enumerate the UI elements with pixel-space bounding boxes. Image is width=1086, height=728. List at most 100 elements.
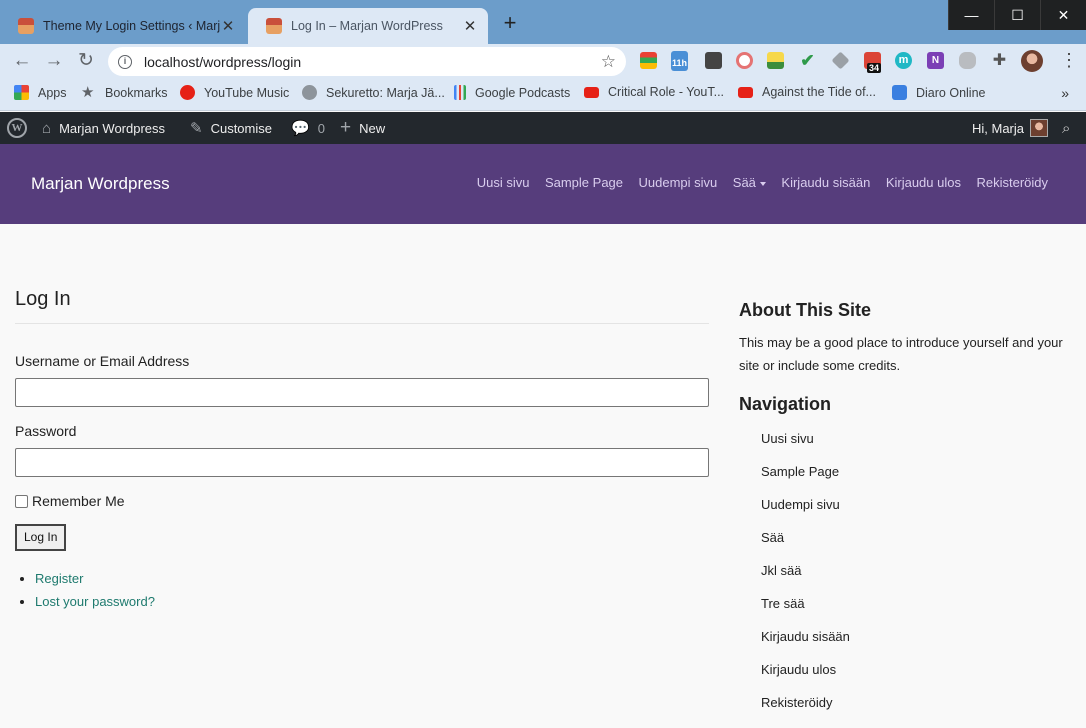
maximize-button[interactable]: ☐: [994, 0, 1040, 30]
list-item: Register: [35, 567, 709, 590]
account-menu[interactable]: Hi, Marja: [972, 112, 1049, 144]
bookmark-label: Apps: [38, 85, 67, 100]
navigation-heading: Navigation: [739, 394, 832, 414]
remember-me-row: Remember Me: [15, 493, 709, 509]
apps-grid-icon: [14, 85, 29, 100]
bookmark-item[interactable]: ★ Bookmarks: [81, 85, 168, 100]
back-arrow-icon[interactable]: ←: [10, 49, 34, 73]
site-title[interactable]: Marjan Wordpress: [31, 174, 170, 194]
bookmark-item[interactable]: YouTube Music: [180, 85, 289, 100]
youtube-icon: [584, 86, 599, 98]
search-icon[interactable]: ⌕: [1062, 112, 1070, 144]
forward-arrow-icon[interactable]: →: [42, 49, 66, 73]
puzzle-extensions-icon[interactable]: ✚: [991, 52, 1008, 69]
extension-icon[interactable]: [959, 52, 976, 69]
primary-nav: Uusi sivu Sample Page Uudempi sivu Sää K…: [461, 175, 1048, 190]
nav-sample-page[interactable]: Sample Page: [545, 175, 623, 190]
extension-icon[interactable]: [640, 52, 657, 69]
login-form: Log In Username or Email Address Passwor…: [15, 288, 709, 613]
bookmark-star-icon[interactable]: ☆: [601, 52, 616, 72]
comment-bubble-icon: 💬: [291, 120, 310, 137]
sidebar-nav-item[interactable]: Jkl sää: [761, 554, 1079, 587]
browser-menu-icon[interactable]: ⋮: [1060, 50, 1078, 71]
tab-title: Theme My Login Settings ‹ Marja: [43, 19, 220, 33]
bookmark-item[interactable]: Diaro Online: [892, 85, 985, 100]
page-title: Log In: [15, 288, 709, 324]
password-label: Password: [15, 423, 77, 439]
more-bookmarks-icon[interactable]: »: [1061, 85, 1069, 101]
address-bar[interactable]: i localhost/wordpress/login ☆: [108, 47, 626, 76]
reload-icon[interactable]: ↻: [74, 49, 98, 73]
login-submit-button[interactable]: Log In: [15, 524, 67, 551]
lost-password-link[interactable]: Lost your password?: [35, 594, 155, 609]
sidebar-nav-item[interactable]: Kirjaudu ulos: [761, 653, 1079, 686]
bookmark-label: Against the Tide of...: [762, 85, 876, 99]
window-controls: — ☐ ✕: [948, 0, 1086, 30]
bookmark-item[interactable]: Critical Role - YouT...: [584, 85, 724, 99]
nav-uusi-sivu[interactable]: Uusi sivu: [477, 175, 530, 190]
close-window-button[interactable]: ✕: [1040, 0, 1086, 30]
browser-tab-active[interactable]: Log In – Marjan WordPress ✕: [248, 8, 488, 44]
sidebar-nav-item[interactable]: Sää: [761, 521, 1079, 554]
customise-link[interactable]: ✎ Customise: [190, 112, 272, 144]
star-icon: ★: [81, 84, 95, 101]
bookmark-label: Google Podcasts: [475, 85, 571, 100]
bookmark-item[interactable]: Sekuretto: Marja Jä...: [302, 85, 445, 100]
minimize-button[interactable]: —: [948, 0, 994, 30]
diaro-icon: [892, 85, 907, 100]
url-text[interactable]: localhost/wordpress/login: [144, 54, 601, 70]
sidebar-nav-item[interactable]: Kirjaudu sisään: [761, 620, 1079, 653]
sidebar-nav-item[interactable]: Uusi sivu: [761, 422, 1079, 455]
sidebar-nav-item[interactable]: Uudempi sivu: [761, 488, 1079, 521]
extension-icon[interactable]: m: [895, 52, 912, 69]
extension-icon[interactable]: [705, 52, 722, 69]
calendar-extension-icon[interactable]: 11h: [671, 51, 688, 71]
bookmark-item[interactable]: Google Podcasts: [454, 85, 570, 100]
about-heading: About This Site: [739, 300, 871, 320]
bookmark-item[interactable]: Against the Tide of...: [738, 85, 876, 99]
register-link[interactable]: Register: [35, 571, 83, 586]
nav-kirjaudu-ulos[interactable]: Kirjaudu ulos: [886, 175, 961, 190]
youtube-music-icon: [180, 85, 195, 100]
profile-avatar[interactable]: [1021, 50, 1043, 72]
new-tab-button[interactable]: +: [498, 12, 522, 36]
extension-badge: 34: [867, 63, 882, 73]
plus-icon: +: [340, 117, 352, 138]
globe-icon: [302, 85, 317, 100]
site-header: Marjan Wordpress Uusi sivu Sample Page U…: [0, 144, 1086, 224]
extension-icon[interactable]: [831, 51, 850, 70]
username-input[interactable]: [15, 378, 709, 407]
close-tab-icon[interactable]: ✕: [462, 17, 478, 35]
remember-me-checkbox[interactable]: [15, 494, 28, 508]
sidebar-nav-item[interactable]: Tre sää: [761, 587, 1079, 620]
youtube-icon: [738, 86, 753, 98]
login-links: Register Lost your password?: [15, 567, 709, 613]
list-item: Lost your password?: [35, 590, 709, 613]
site-favicon-icon: [18, 18, 34, 34]
nav-saa-dropdown[interactable]: Sää: [733, 175, 766, 190]
new-content-link[interactable]: + New: [340, 112, 385, 144]
nav-kirjaudu-sisaan[interactable]: Kirjaudu sisään: [781, 175, 870, 190]
onenote-extension-icon[interactable]: N: [927, 52, 944, 69]
site-favicon-icon: [266, 18, 282, 34]
browser-tab[interactable]: Theme My Login Settings ‹ Marja ✕: [0, 8, 246, 44]
sidebar-nav-item[interactable]: Sample Page: [761, 455, 1079, 488]
wordpress-logo-icon[interactable]: W: [7, 112, 27, 144]
nav-rekisteroidy[interactable]: Rekisteröidy: [976, 175, 1048, 190]
checkmark-extension-icon[interactable]: ✔: [799, 52, 816, 69]
browser-tab-strip: Theme My Login Settings ‹ Marja ✕ Log In…: [0, 0, 1086, 44]
bookmark-item[interactable]: Apps: [14, 85, 67, 100]
bookmark-label: Sekuretto: Marja Jä...: [326, 85, 445, 100]
extension-icon[interactable]: [736, 52, 753, 69]
password-input[interactable]: [15, 448, 709, 477]
nav-uudempi-sivu[interactable]: Uudempi sivu: [639, 175, 718, 190]
close-tab-icon[interactable]: ✕: [220, 17, 236, 35]
site-info-icon[interactable]: i: [118, 54, 132, 69]
sidebar-nav-item[interactable]: Rekisteröidy: [761, 686, 1079, 719]
sidebar: About This Site This may be a good place…: [739, 300, 1079, 719]
admin-site-name[interactable]: ⌂ Marjan Wordpress: [42, 112, 165, 144]
comments-link[interactable]: 💬 0: [291, 112, 325, 144]
extension-icon[interactable]: [767, 52, 784, 69]
bookmark-label: Critical Role - YouT...: [608, 85, 725, 99]
remember-me-label[interactable]: Remember Me: [32, 493, 125, 509]
